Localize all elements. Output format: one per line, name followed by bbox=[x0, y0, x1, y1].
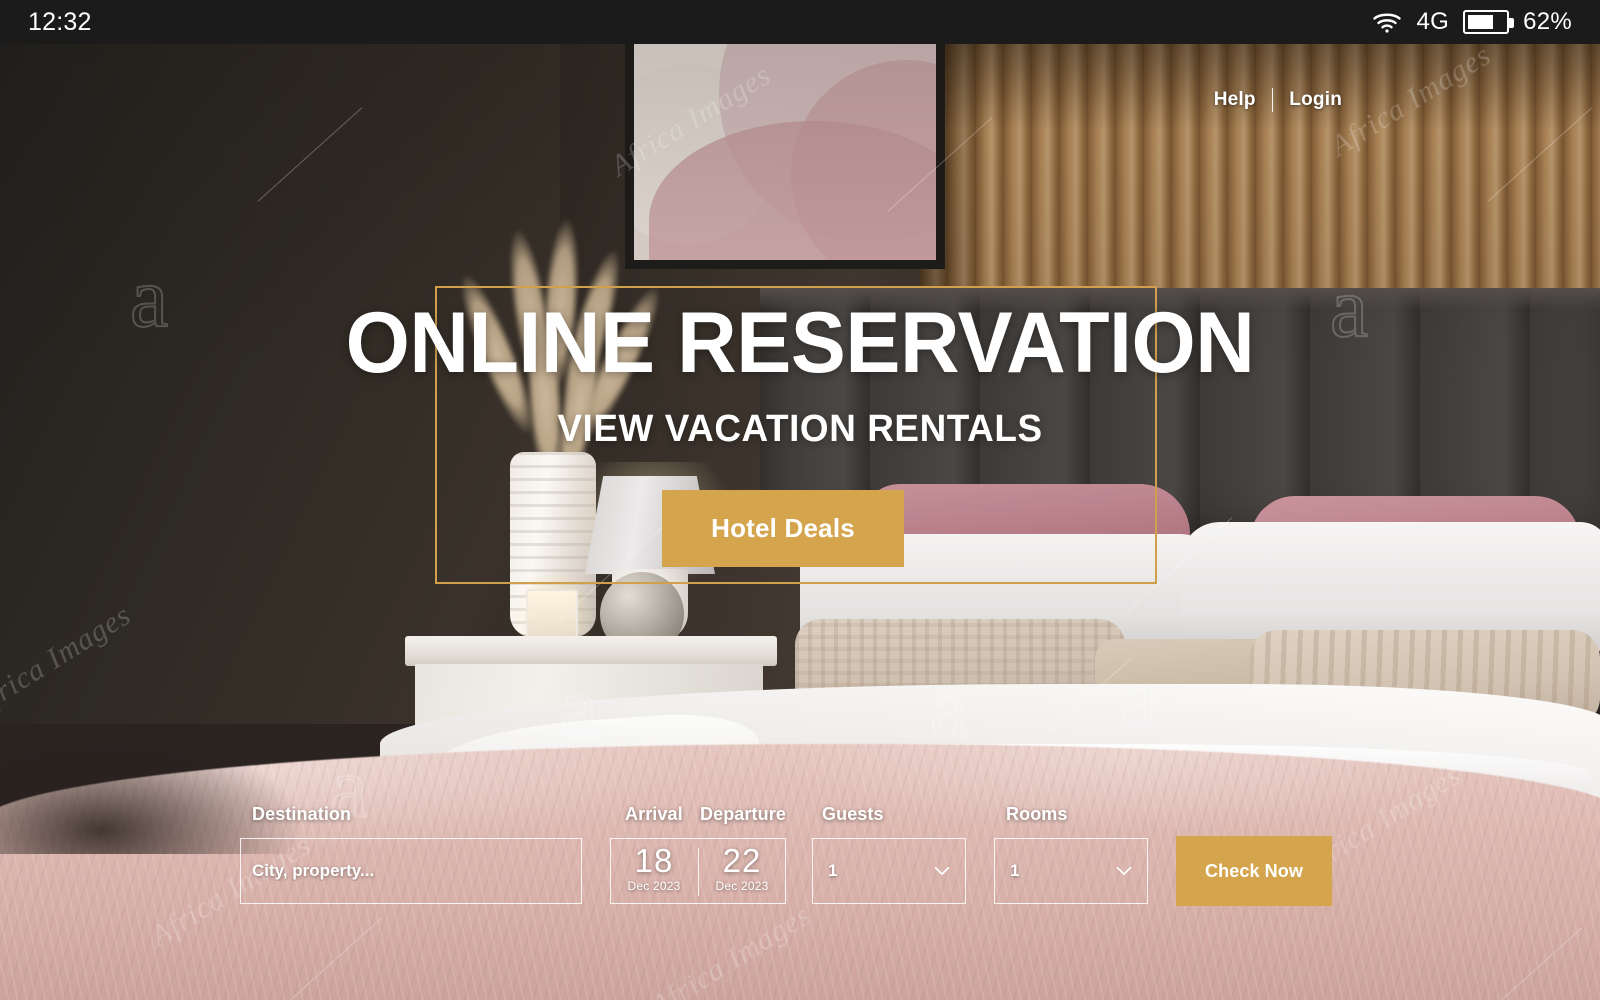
booking-search-bar: Destination Arrival Departure Guests Roo… bbox=[0, 804, 1600, 934]
departure-label: Departure bbox=[700, 804, 786, 824]
nav-divider bbox=[1271, 88, 1274, 112]
guests-select[interactable]: 1 bbox=[812, 838, 966, 904]
battery-icon bbox=[1463, 10, 1515, 34]
wifi-icon bbox=[1372, 10, 1402, 34]
destination-input[interactable] bbox=[252, 852, 570, 890]
login-link[interactable]: Login bbox=[1289, 89, 1342, 111]
battery-percent-label: 62% bbox=[1523, 8, 1572, 35]
departure-day: 22 bbox=[722, 842, 762, 879]
hero-text-block: ONLINE RESERVATION VIEW VACATION RENTALS bbox=[0, 300, 1600, 451]
arrival-month-year: Dec 2023 bbox=[627, 878, 681, 893]
arrival-date-picker[interactable]: 18 Dec 2023 bbox=[610, 842, 698, 893]
rooms-value: 1 bbox=[1010, 861, 1020, 880]
arrival-day: 18 bbox=[634, 842, 674, 879]
rooms-select[interactable]: 1 bbox=[994, 838, 1148, 904]
guests-value: 1 bbox=[828, 861, 838, 880]
status-clock: 12:32 bbox=[28, 7, 92, 36]
battery-fill bbox=[1468, 15, 1493, 29]
chevron-down-icon bbox=[1116, 866, 1132, 876]
top-navigation: Help Login bbox=[1214, 88, 1342, 112]
help-link[interactable]: Help bbox=[1214, 89, 1256, 111]
departure-date-picker[interactable]: 22 Dec 2023 bbox=[698, 842, 786, 893]
nightstand-top bbox=[405, 636, 777, 666]
destination-label: Destination bbox=[252, 804, 352, 824]
departure-month-year: Dec 2023 bbox=[715, 878, 769, 893]
rooms-label: Rooms bbox=[1006, 804, 1068, 824]
hotel-deals-button[interactable]: Hotel Deals bbox=[662, 490, 904, 567]
check-now-button[interactable]: Check Now bbox=[1176, 836, 1332, 906]
page-title: ONLINE RESERVATION bbox=[345, 295, 1255, 391]
status-indicators: 4G 62% bbox=[1372, 8, 1572, 36]
page-subtitle: VIEW VACATION RENTALS bbox=[557, 408, 1043, 450]
wall-art-canvas bbox=[634, 44, 936, 260]
arrival-label: Arrival bbox=[625, 804, 683, 824]
chevron-down-icon bbox=[934, 866, 950, 876]
status-bar: 12:32 4G 62% bbox=[0, 0, 1600, 44]
network-type-label: 4G bbox=[1416, 8, 1450, 35]
guests-label: Guests bbox=[822, 804, 884, 824]
wall-art bbox=[625, 44, 945, 269]
app-screen: a a a a a a Africa Images Africa Images … bbox=[0, 0, 1600, 1000]
